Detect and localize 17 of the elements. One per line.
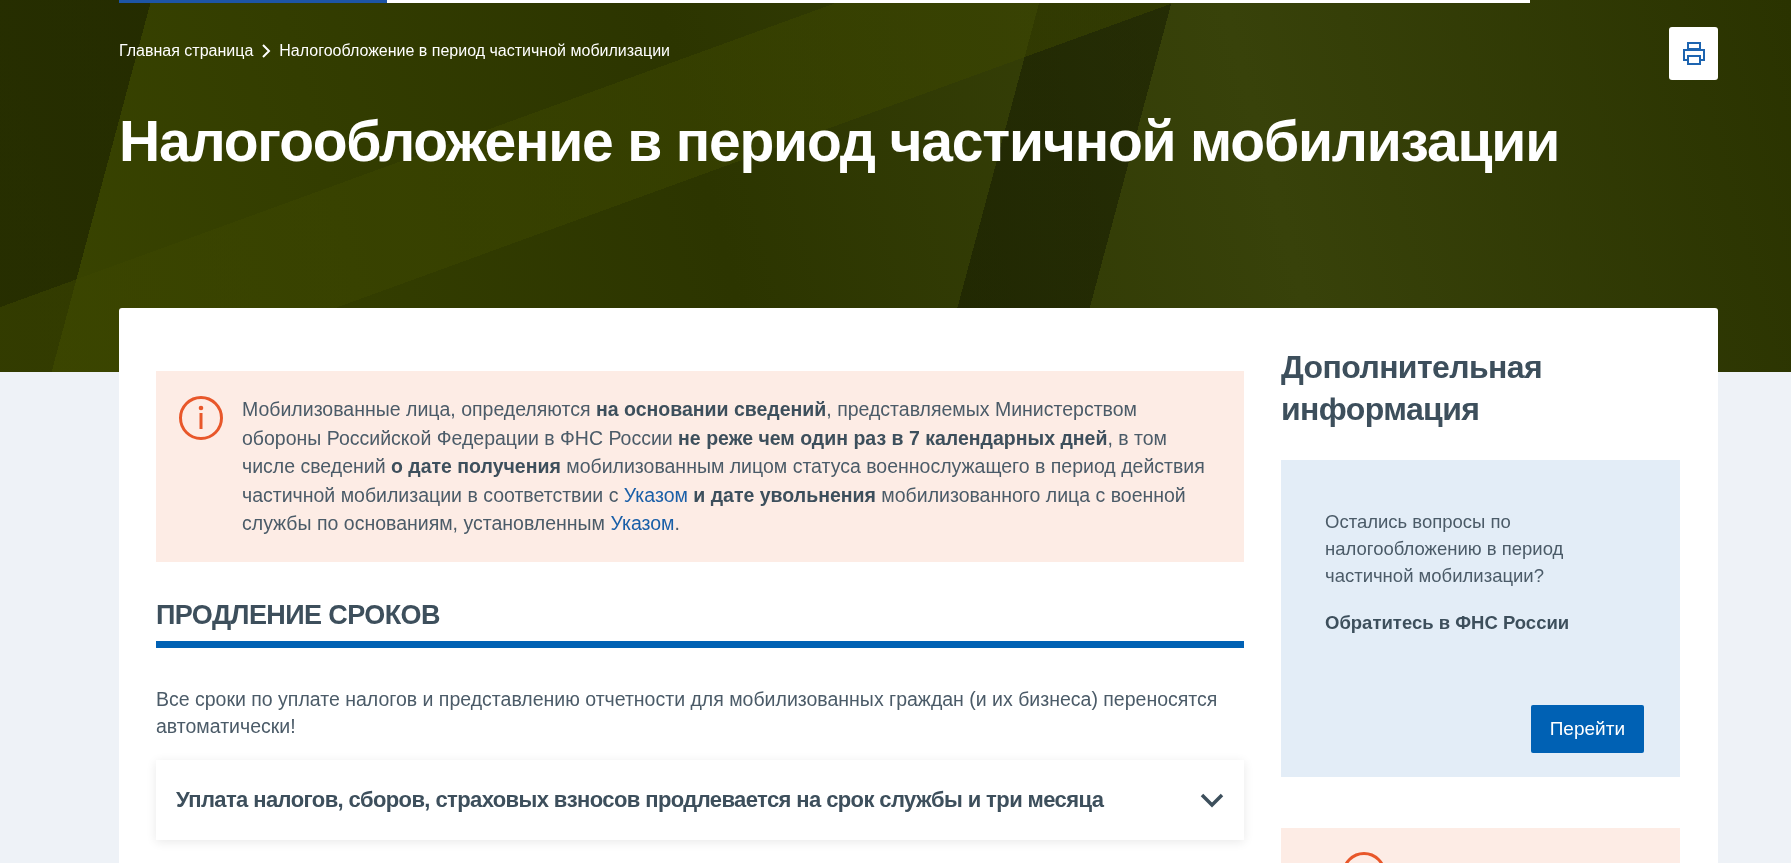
section-heading: ПРОДЛЕНИЕ СРОКОВ <box>156 599 1244 648</box>
go-button[interactable]: Перейти <box>1530 705 1644 753</box>
decree-link[interactable]: Указом <box>610 512 675 534</box>
contact-question: Остались вопросы по налогообложению в период частичной мобилизации? <box>1325 510 1565 588</box>
notice-text: Мобилизованные лица, определяются на основании сведений, представляемых Министерством обороны Российской Федерации в ФНС России не реже чем один раз в 7 календарных дней, в том числе сведений о дате получения мобилизованным лицом статуса военнослужащего в период действия частичной мобилизации в соответствии с Указом и дате увольнения мобилизованного лица с военной службы по основаниям, установленным Указом. <box>242 397 1206 536</box>
page-title: Налогообложение в период частичной мобилизации <box>119 110 1560 173</box>
sidebar-heading: Дополнительная информация <box>1281 348 1541 429</box>
printer-icon <box>1680 40 1707 67</box>
breadcrumb-link[interactable]: Налогообложение в период частичной мобилизации <box>279 42 671 60</box>
print-button[interactable] <box>1669 27 1718 80</box>
breadcrumb-link[interactable]: Главная страница <box>119 42 254 60</box>
contact-action: Обратитесь в ФНС России <box>1325 612 1571 634</box>
info-icon <box>178 395 224 441</box>
chevron-right-icon <box>261 44 272 58</box>
section-text: Все сроки по уплате налогов и представлению отчетности для мобилизованных граждан (и их бизнеса) переносятся автоматически! <box>156 686 1219 739</box>
decree-link[interactable]: Указом <box>623 483 688 506</box>
accordion-header[interactable]: Уплата налогов, сборов, страховых взносов продлевается на срок службы и три месяца <box>156 759 1244 840</box>
